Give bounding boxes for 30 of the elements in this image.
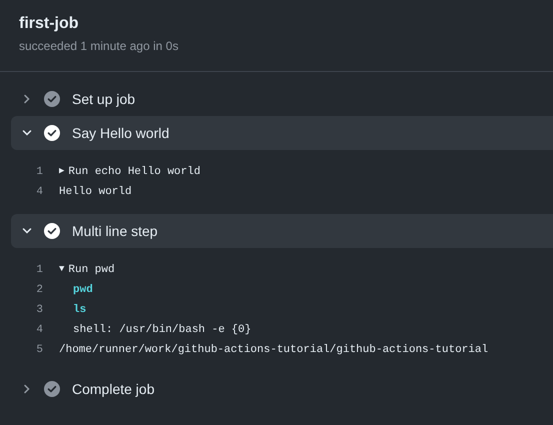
chevron-down-icon[interactable] [22,128,32,138]
line-number: 1 [36,166,43,178]
log-line: Run pwd [68,262,115,278]
check-circle-icon [44,125,60,141]
line-number: 4 [36,186,43,198]
line-number: 2 [36,284,43,296]
chevron-right-icon[interactable] [22,384,32,394]
job-title: first-job [19,14,79,34]
line-number: 4 [36,324,43,336]
log-line: ls [73,302,86,318]
check-circle-icon [44,91,60,107]
step-header[interactable]: Set up job [11,82,553,116]
chevron-down-icon[interactable] [22,226,32,236]
step-header[interactable]: Complete job [11,372,553,406]
line-number: 5 [36,344,43,356]
toggle-icon[interactable]: ▼ [59,263,64,277]
check-circle-icon [44,223,60,239]
log-line: /home/runner/work/github-actions-tutorial/github-actions-tutorial [59,342,488,358]
check-circle-icon [44,381,60,397]
log-line: Hello world [59,184,132,200]
log-line: pwd [73,282,93,298]
step-header[interactable]: Say Hello world [11,116,553,150]
line-number: 1 [36,264,43,276]
line-number: 3 [36,304,43,316]
toggle-icon[interactable]: ▶ [59,165,64,179]
log-line: shell: /usr/bin/bash -e {0} [73,322,252,338]
job-status-text: succeeded 1 minute ago in 0s [19,38,178,55]
log-line: Run echo Hello world [68,164,200,180]
chevron-right-icon[interactable] [22,94,32,104]
step-header[interactable]: Multi line step [11,214,553,248]
